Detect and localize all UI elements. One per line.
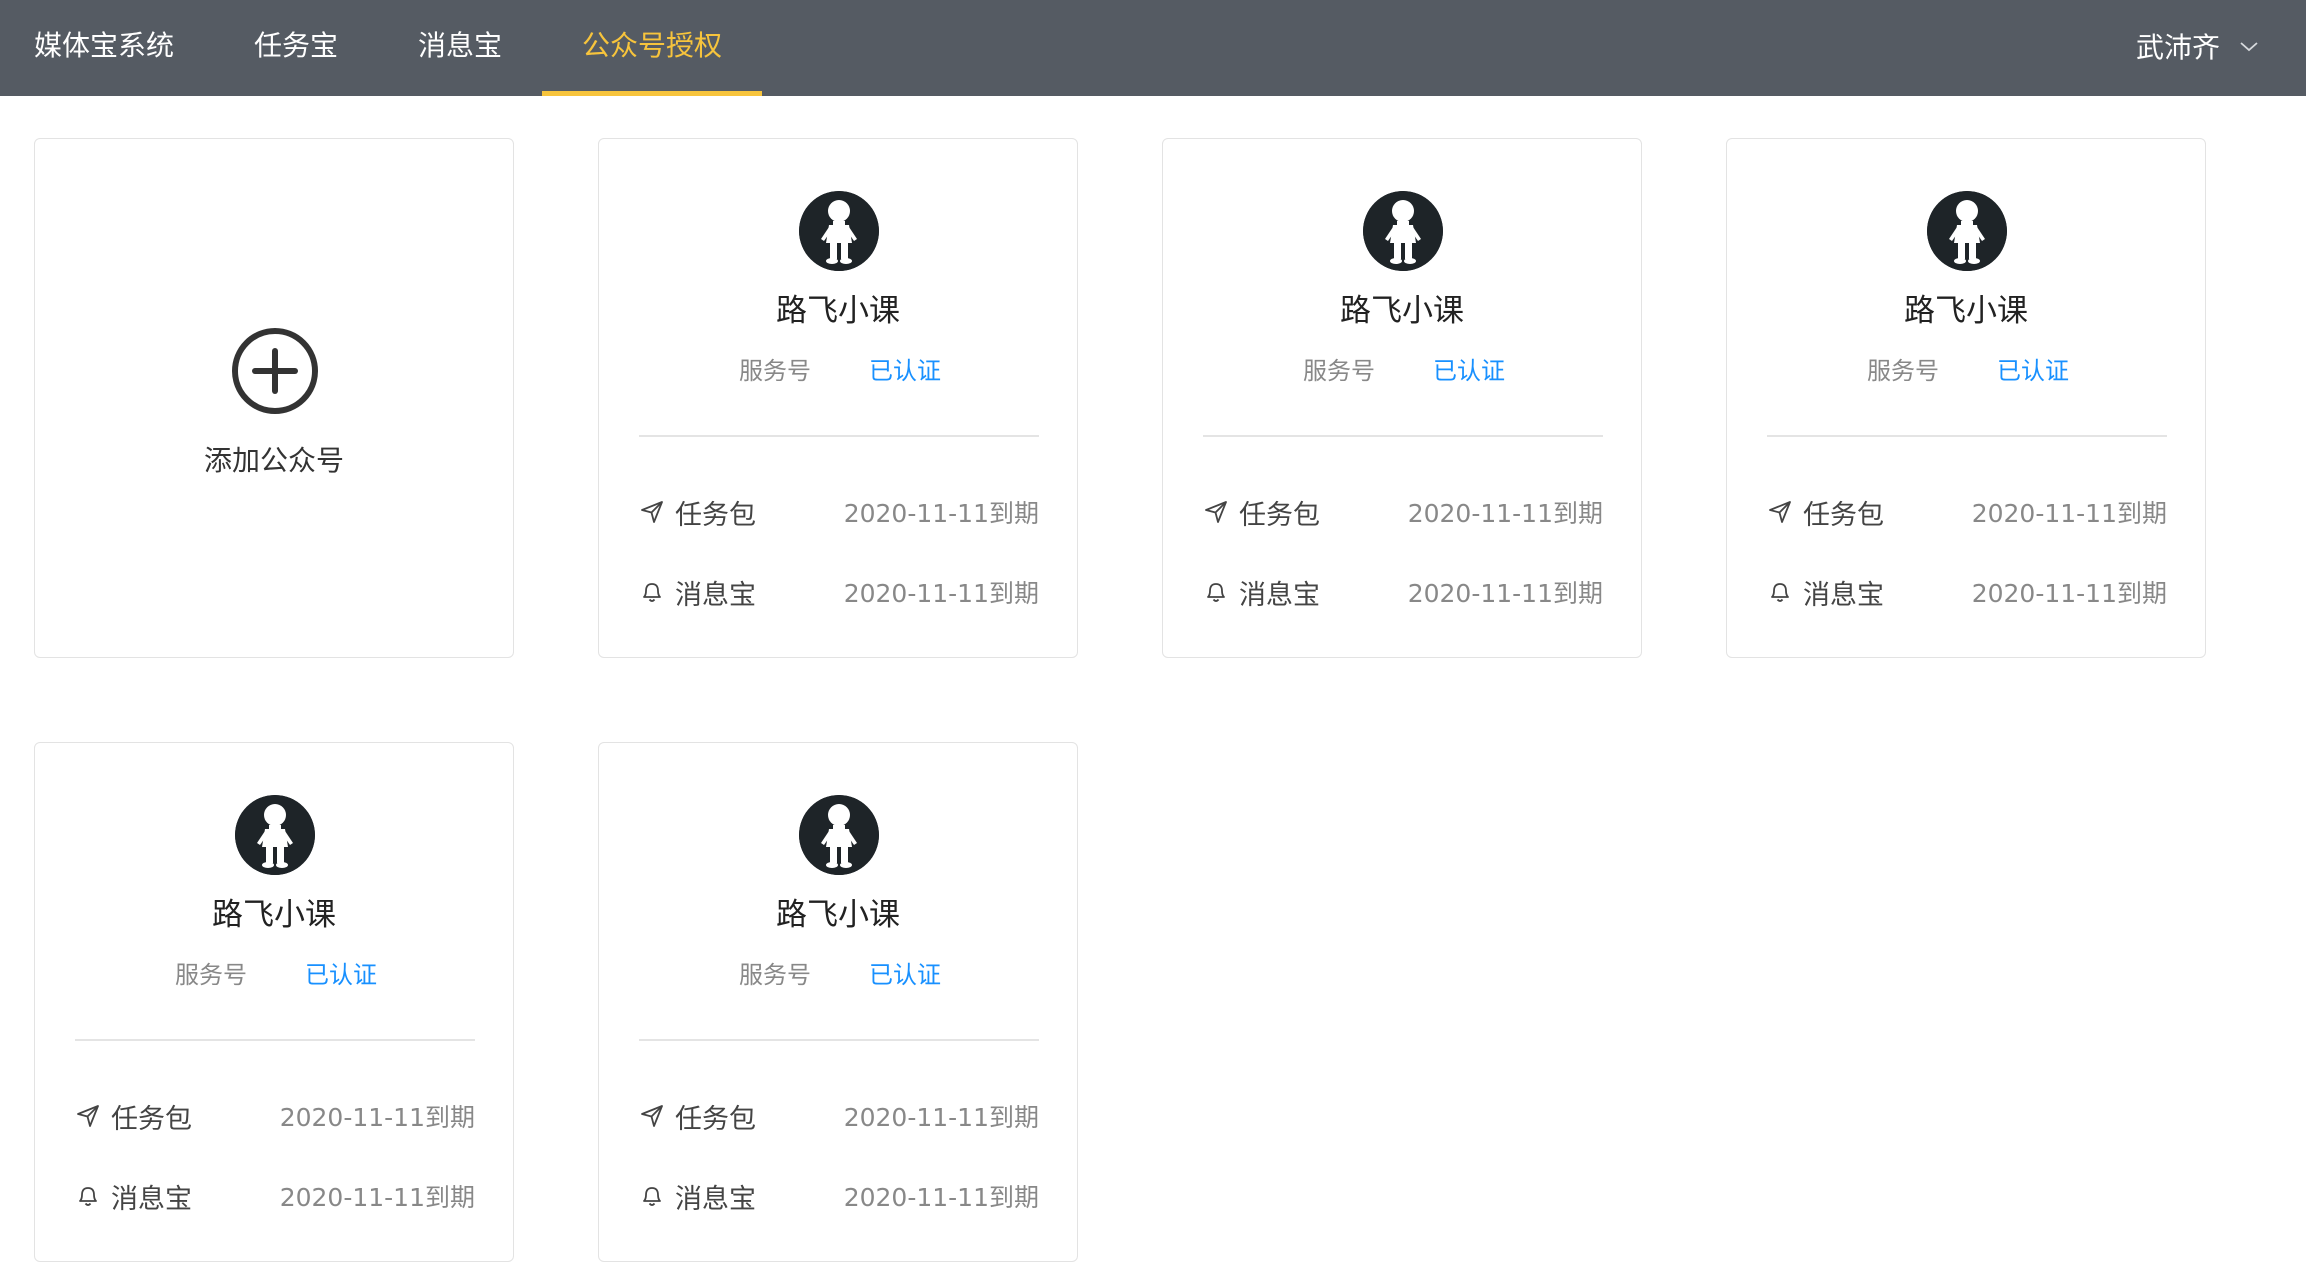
account-type: 服务号: [1867, 357, 1939, 385]
service-label: 任务包: [675, 499, 756, 531]
account-card[interactable]: 路飞小课 服务号 已认证 任务包 2020-11-11到期 消息宝 2020-1…: [598, 138, 1078, 658]
verified-badge: 已认证: [869, 357, 941, 385]
send-icon: [641, 501, 663, 523]
person-icon: [799, 191, 879, 271]
send-icon: [1769, 501, 1791, 523]
service-row-task[interactable]: 任务包 2020-11-11到期: [1767, 492, 2167, 532]
person-icon: [1927, 191, 2007, 271]
account-card[interactable]: 路飞小课 服务号 已认证 任务包 2020-11-11到期 消息宝 2020-1…: [34, 742, 514, 1262]
tab-message-bao[interactable]: 消息宝: [418, 0, 502, 92]
verified-badge: 已认证: [1433, 357, 1505, 385]
service-row-message[interactable]: 消息宝 2020-11-11到期: [1767, 572, 2167, 612]
bell-icon: [643, 1187, 661, 1206]
service-expiry: 2020-11-11到期: [1971, 579, 2167, 608]
bell-icon: [643, 583, 661, 602]
account-avatar: [1363, 191, 1443, 271]
service-expiry: 2020-11-11到期: [843, 579, 1039, 608]
verified-badge: 已认证: [305, 961, 377, 989]
service-label: 消息宝: [675, 1183, 756, 1215]
service-expiry: 2020-11-11到期: [279, 1183, 475, 1212]
chevron-down-icon: [2240, 42, 2258, 52]
bell-icon: [1771, 583, 1789, 602]
active-tab-indicator: [542, 91, 762, 96]
service-expiry: 2020-11-11到期: [1407, 499, 1603, 528]
service-expiry: 2020-11-11到期: [279, 1103, 475, 1132]
divider: [1767, 435, 2167, 437]
service-label: 消息宝: [111, 1183, 192, 1215]
account-avatar: [235, 795, 315, 875]
send-icon: [1205, 501, 1227, 523]
account-name: 路飞小课: [1340, 293, 1464, 329]
account-name: 路飞小课: [212, 897, 336, 933]
divider: [1203, 435, 1603, 437]
account-type: 服务号: [1303, 357, 1375, 385]
account-type: 服务号: [739, 357, 811, 385]
service-row-task[interactable]: 任务包 2020-11-11到期: [75, 1096, 475, 1136]
service-expiry: 2020-11-11到期: [843, 1103, 1039, 1132]
user-menu[interactable]: 武沛齐: [2136, 0, 2260, 92]
service-row-task[interactable]: 任务包 2020-11-11到期: [639, 1096, 1039, 1136]
account-avatar: [799, 191, 879, 271]
person-icon: [235, 795, 315, 875]
divider: [639, 1039, 1039, 1041]
account-avatar: [799, 795, 879, 875]
service-label: 消息宝: [1803, 579, 1884, 611]
service-label: 任务包: [675, 1103, 756, 1135]
app-title[interactable]: 媒体宝系统: [34, 0, 174, 92]
account-type: 服务号: [175, 961, 247, 989]
service-expiry: 2020-11-11到期: [1407, 579, 1603, 608]
service-row-message[interactable]: 消息宝 2020-11-11到期: [639, 572, 1039, 612]
account-avatar: [1927, 191, 2007, 271]
add-account-card[interactable]: 添加公众号: [34, 138, 514, 658]
service-expiry: 2020-11-11到期: [843, 499, 1039, 528]
service-label: 消息宝: [675, 579, 756, 611]
verified-badge: 已认证: [869, 961, 941, 989]
account-card[interactable]: 路飞小课 服务号 已认证 任务包 2020-11-11到期 消息宝 2020-1…: [1726, 138, 2206, 658]
divider: [75, 1039, 475, 1041]
service-row-message[interactable]: 消息宝 2020-11-11到期: [1203, 572, 1603, 612]
account-name: 路飞小课: [776, 293, 900, 329]
top-nav-bar: 媒体宝系统 任务宝 消息宝 公众号授权 武沛齐: [0, 0, 2306, 96]
user-name: 武沛齐: [2135, 31, 2220, 64]
service-label: 任务包: [1239, 499, 1320, 531]
service-row-task[interactable]: 任务包 2020-11-11到期: [1203, 492, 1603, 532]
service-label: 消息宝: [1239, 579, 1320, 611]
service-row-task[interactable]: 任务包 2020-11-11到期: [639, 492, 1039, 532]
bell-icon: [1207, 583, 1225, 602]
service-row-message[interactable]: 消息宝 2020-11-11到期: [75, 1176, 475, 1216]
service-expiry: 2020-11-11到期: [843, 1183, 1039, 1212]
account-name: 路飞小课: [776, 897, 900, 933]
divider: [639, 435, 1039, 437]
person-icon: [1363, 191, 1443, 271]
person-icon: [799, 795, 879, 875]
account-type: 服务号: [739, 961, 811, 989]
verified-badge: 已认证: [1997, 357, 2069, 385]
service-label: 任务包: [111, 1103, 192, 1135]
service-label: 任务包: [1803, 499, 1884, 531]
send-icon: [77, 1105, 99, 1127]
service-row-message[interactable]: 消息宝 2020-11-11到期: [639, 1176, 1039, 1216]
service-expiry: 2020-11-11到期: [1971, 499, 2167, 528]
tab-task-bao[interactable]: 任务宝: [254, 0, 338, 92]
account-name: 路飞小课: [1904, 293, 2028, 329]
send-icon: [641, 1105, 663, 1127]
tab-account-auth[interactable]: 公众号授权: [582, 0, 722, 92]
bell-icon: [79, 1187, 97, 1206]
account-card[interactable]: 路飞小课 服务号 已认证 任务包 2020-11-11到期 消息宝 2020-1…: [1162, 138, 1642, 658]
account-card[interactable]: 路飞小课 服务号 已认证 任务包 2020-11-11到期 消息宝 2020-1…: [598, 742, 1078, 1262]
add-account-label: 添加公众号: [203, 444, 344, 477]
plus-circle-icon: [232, 328, 318, 414]
